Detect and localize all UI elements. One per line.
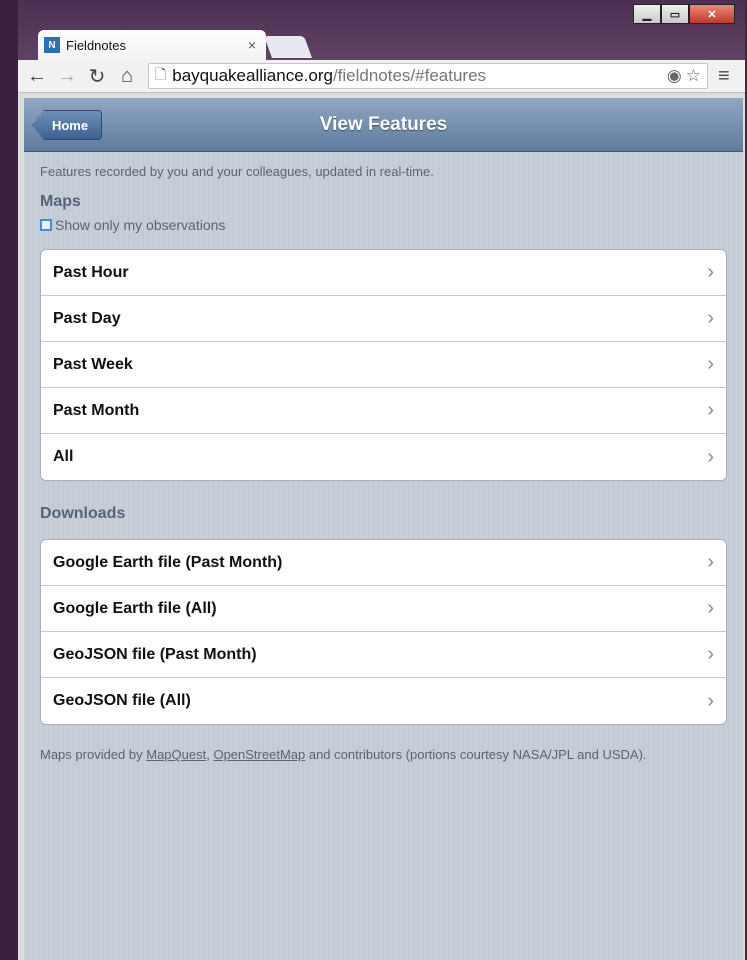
- chevron-right-icon: ›: [707, 689, 714, 712]
- browser-window: N Fieldnotes × ▁ ▭ ✕ ← → ↻ ⌂ 🗋 bayquakea…: [18, 0, 745, 960]
- window-controls: ▁ ▭ ✕: [633, 4, 735, 24]
- download-geojson-all[interactable]: GeoJSON file (All) ›: [41, 678, 726, 724]
- browser-tab[interactable]: N Fieldnotes ×: [38, 30, 266, 60]
- app-header: Home View Features: [24, 98, 743, 152]
- title-bar: N Fieldnotes × ▁ ▭ ✕: [18, 0, 745, 60]
- tab-title: Fieldnotes: [66, 37, 126, 53]
- chevron-right-icon: ›: [707, 353, 714, 375]
- list-item-label: GeoJSON file (All): [53, 692, 191, 709]
- maps-heading: Maps: [40, 193, 81, 210]
- maps-item-past-day[interactable]: Past Day ›: [41, 296, 726, 342]
- location-icon[interactable]: ◉: [667, 66, 682, 86]
- attribution-footer: Maps provided by MapQuest, OpenStreetMap…: [40, 747, 727, 763]
- reload-icon[interactable]: ↻: [86, 65, 108, 88]
- page-icon: 🗋: [155, 66, 167, 82]
- forward-arrow-icon[interactable]: →: [56, 65, 78, 87]
- maximize-button[interactable]: ▭: [661, 4, 689, 24]
- content-area: Features recorded by you and your collea…: [24, 152, 743, 960]
- minimize-button[interactable]: ▁: [633, 4, 661, 24]
- bookmark-star-icon[interactable]: ☆: [686, 66, 701, 86]
- list-item-label: Past Hour: [53, 263, 129, 281]
- download-google-earth-all[interactable]: Google Earth file (All) ›: [41, 586, 726, 632]
- fieldnotes-favicon-icon: N: [44, 37, 60, 53]
- list-item-label: Past Day: [53, 309, 121, 327]
- downloads-list: Google Earth file (Past Month) › Google …: [40, 539, 727, 725]
- page-title: View Features: [319, 113, 448, 135]
- list-item-label: All: [53, 448, 74, 465]
- chevron-right-icon: ›: [707, 307, 714, 329]
- tab-close-icon[interactable]: ×: [248, 37, 256, 53]
- footer-prefix: Maps provided by: [40, 747, 147, 762]
- maps-item-past-month[interactable]: Past Month ›: [41, 388, 726, 434]
- chevron-right-icon: ›: [707, 261, 714, 283]
- list-item-label: Past Month: [53, 401, 140, 419]
- maps-list: Past Hour › Past Day › Past Week › Past …: [40, 249, 727, 481]
- mapquest-link[interactable]: MapQuest: [146, 747, 206, 762]
- list-item-label: Google Earth file (All): [53, 599, 217, 617]
- maps-item-past-week[interactable]: Past Week ›: [41, 342, 726, 388]
- footer-suffix: and contributors (portions courtesy NASA…: [305, 747, 647, 762]
- url-path: /fieldnotes/#features: [332, 66, 487, 85]
- list-item-label: Past Week: [53, 355, 133, 373]
- chevron-right-icon: ›: [707, 399, 714, 421]
- download-geojson-past-month[interactable]: GeoJSON file (Past Month) ›: [41, 632, 726, 678]
- downloads-heading: Downloads: [40, 505, 126, 522]
- openstreetmap-link[interactable]: OpenStreetMap: [213, 747, 305, 762]
- list-item-label: GeoJSON file (Past Month): [53, 645, 257, 663]
- back-arrow-icon[interactable]: ←: [26, 65, 48, 87]
- address-bar[interactable]: 🗋 bayquakealliance.org /fieldnotes/#feat…: [148, 63, 708, 89]
- show-mine-label: Show only my observations: [55, 217, 226, 233]
- chevron-right-icon: ›: [707, 643, 714, 665]
- chevron-right-icon: ›: [707, 597, 714, 619]
- url-host: bayquakealliance.org: [172, 66, 333, 85]
- maps-item-all[interactable]: All ›: [41, 434, 726, 480]
- show-mine-checkbox[interactable]: [40, 219, 52, 231]
- home-icon[interactable]: ⌂: [116, 65, 138, 87]
- chevron-right-icon: ›: [707, 551, 714, 573]
- show-mine-checkbox-row[interactable]: Show only my observations: [40, 217, 727, 233]
- home-button[interactable]: Home: [32, 110, 102, 140]
- new-tab-button[interactable]: [263, 36, 313, 58]
- list-item-label: Google Earth file (Past Month): [53, 553, 283, 571]
- browser-toolbar: ← → ↻ ⌂ 🗋 bayquakealliance.org /fieldnot…: [18, 60, 745, 93]
- window-close-button[interactable]: ✕: [689, 4, 735, 24]
- chevron-right-icon: ›: [707, 445, 714, 468]
- maps-item-past-hour[interactable]: Past Hour ›: [41, 250, 726, 296]
- menu-icon[interactable]: ≡: [718, 65, 730, 88]
- download-google-earth-past-month[interactable]: Google Earth file (Past Month) ›: [41, 540, 726, 586]
- description-text: Features recorded by you and your collea…: [40, 164, 434, 179]
